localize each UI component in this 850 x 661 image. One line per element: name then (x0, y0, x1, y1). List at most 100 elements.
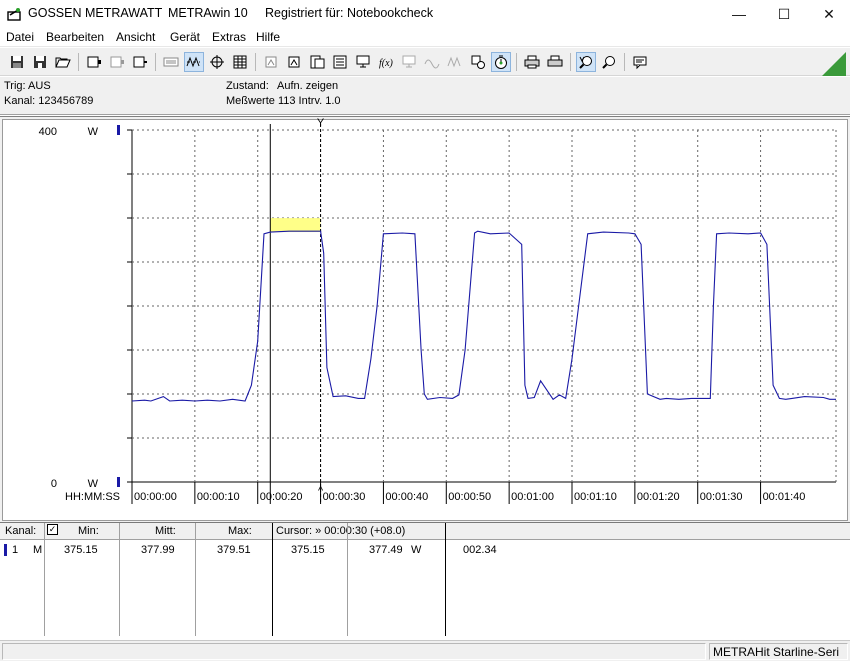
row-delta: 002.34 (463, 544, 497, 556)
monitor-disabled-icon[interactable] (399, 52, 419, 72)
status-device: METRAHit Starline-Seri (709, 643, 848, 660)
channel-status: Kanal: 123456789 (4, 95, 94, 107)
curve-icon[interactable] (184, 52, 204, 72)
trigger-status: Trig: AUS (4, 80, 51, 92)
maximize-icon: ☐ (777, 5, 791, 22)
channel-color-swatch (4, 544, 7, 556)
x-tick-label: 00:00:00 (134, 491, 177, 503)
x-tick-label: 00:01:10 (574, 491, 617, 503)
menu-hilfe[interactable]: Hilfe (256, 30, 280, 44)
channel-table: Kanal: ✓ Min: Mitt: Max: Cursor: » 00:00… (0, 522, 850, 640)
menu-bearbeiten[interactable]: Bearbeiten (46, 30, 104, 44)
toolbar-separator (570, 53, 571, 71)
print-preview-icon[interactable] (545, 52, 565, 72)
toolbar-separator (255, 53, 256, 71)
device-alt-icon[interactable] (130, 52, 150, 72)
minimize-icon: — (732, 6, 746, 22)
x-tick-label: 00:00:50 (448, 491, 491, 503)
x-tick-label: 00:00:20 (260, 491, 303, 503)
window-app-name: METRAwin 10 (168, 6, 248, 20)
header-max: Max: (228, 525, 252, 537)
save-as-icon[interactable] (30, 52, 50, 72)
toolbar-separator (78, 53, 79, 71)
column-divider (44, 523, 45, 636)
device-disabled-icon[interactable] (107, 52, 127, 72)
column-divider (119, 523, 120, 636)
power-series-line (131, 230, 836, 402)
window-company: GOSSEN METRAWATT (28, 6, 163, 20)
list-icon[interactable] (307, 52, 327, 72)
row-max: 379.51 (217, 544, 251, 556)
y-unit-top: W (88, 126, 99, 138)
column-divider (272, 523, 273, 636)
table-header: Kanal: ✓ Min: Mitt: Max: Cursor: » 00:00… (0, 523, 850, 540)
status-info-panel: Trig: AUS Kanal: 123456789 Zustand: Aufn… (0, 77, 850, 115)
close-icon: ✕ (823, 5, 835, 22)
device-icon[interactable] (84, 52, 104, 72)
row-min: 375.15 (64, 544, 98, 556)
formula-icon[interactable]: f(x) (376, 52, 396, 72)
row-unit: W (411, 544, 422, 556)
x-tick-label: 00:00:40 (385, 491, 428, 503)
menu-extras[interactable]: Extras (212, 30, 246, 44)
monitor-icon[interactable] (353, 52, 373, 72)
header-cursor: Cursor: » 00:00:30 (+08.0) (276, 525, 406, 537)
keyboard-icon[interactable] (161, 52, 181, 72)
crosshair-icon[interactable] (207, 52, 227, 72)
wave-disabled-icon[interactable] (422, 52, 442, 72)
print-icon[interactable] (522, 52, 542, 72)
table-icon[interactable] (230, 52, 250, 72)
scale-marker-bottom (117, 477, 120, 487)
save-icon[interactable] (7, 52, 27, 72)
y-max-label: 400 (39, 126, 57, 138)
toolbar-separator (155, 53, 156, 71)
title-bar: GOSSEN METRAWATT METRAwin 10 Registriert… (0, 0, 850, 28)
list-icon[interactable] (330, 52, 350, 72)
zoom-x-icon[interactable] (261, 52, 281, 72)
settings-icon[interactable] (468, 52, 488, 72)
menu-geraet[interactable]: Gerät (170, 30, 200, 44)
zoom-in-icon[interactable] (576, 52, 596, 72)
toolbar-separator (516, 53, 517, 71)
row-mitt: 377.99 (141, 544, 175, 556)
y-unit-bottom: W (88, 478, 99, 490)
menu-datei[interactable]: Datei (6, 30, 34, 44)
x-tick-label: 00:01:30 (700, 491, 743, 503)
column-divider (195, 523, 196, 636)
header-min: Min: (78, 525, 99, 537)
window-registered: Registriert für: Notebookcheck (265, 6, 434, 20)
timer-icon[interactable] (491, 52, 511, 72)
svg-text:f(x): f(x) (379, 58, 394, 69)
maximize-button[interactable]: ☐ (761, 0, 807, 28)
row-cursor-value-2: 377.49 (369, 544, 403, 556)
menu-ansicht[interactable]: Ansicht (116, 30, 155, 44)
x-tick-label: 00:01:00 (511, 491, 554, 503)
time-format-label: HH:MM:SS (65, 491, 120, 503)
y-min-label: 0 (51, 478, 57, 490)
close-button[interactable]: ✕ (806, 0, 850, 28)
wave-alt-disabled-icon[interactable] (445, 52, 465, 72)
scale-marker-top (117, 125, 120, 135)
status-message (2, 643, 706, 660)
power-chart[interactable]: 00:00:00 00:00:10 00:00:20 00:00:30 00:00:40… (0, 116, 850, 522)
zoom-out-icon[interactable] (599, 52, 619, 72)
cursor-range-highlight (270, 218, 321, 233)
toolbar: f(x) (0, 48, 850, 76)
cursor-marker-top: Y (317, 117, 325, 129)
minimize-button[interactable]: — (716, 0, 762, 28)
status-bar: METRAHit Starline-Seri (0, 640, 850, 661)
message-icon[interactable] (630, 52, 650, 72)
row-cursor-value-1: 375.15 (291, 544, 325, 556)
menu-bar: Datei Bearbeiten Ansicht Gerät Extras Hi… (0, 28, 850, 47)
state-label: Zustand: (226, 80, 269, 92)
toolbar-separator (624, 53, 625, 71)
open-icon[interactable] (53, 52, 73, 72)
column-divider (347, 523, 348, 636)
x-tick-label: 00:00:30 (323, 491, 366, 503)
x-tick-label: 00:01:20 (637, 491, 680, 503)
zoom-y-icon[interactable] (284, 52, 304, 72)
measurement-count: Meßwerte 113 Intrv. 1.0 (226, 95, 341, 107)
channel-visible-checkbox[interactable]: ✓ (47, 524, 58, 535)
metrawin-app-icon (7, 8, 21, 21)
row-mode: M (33, 544, 43, 556)
